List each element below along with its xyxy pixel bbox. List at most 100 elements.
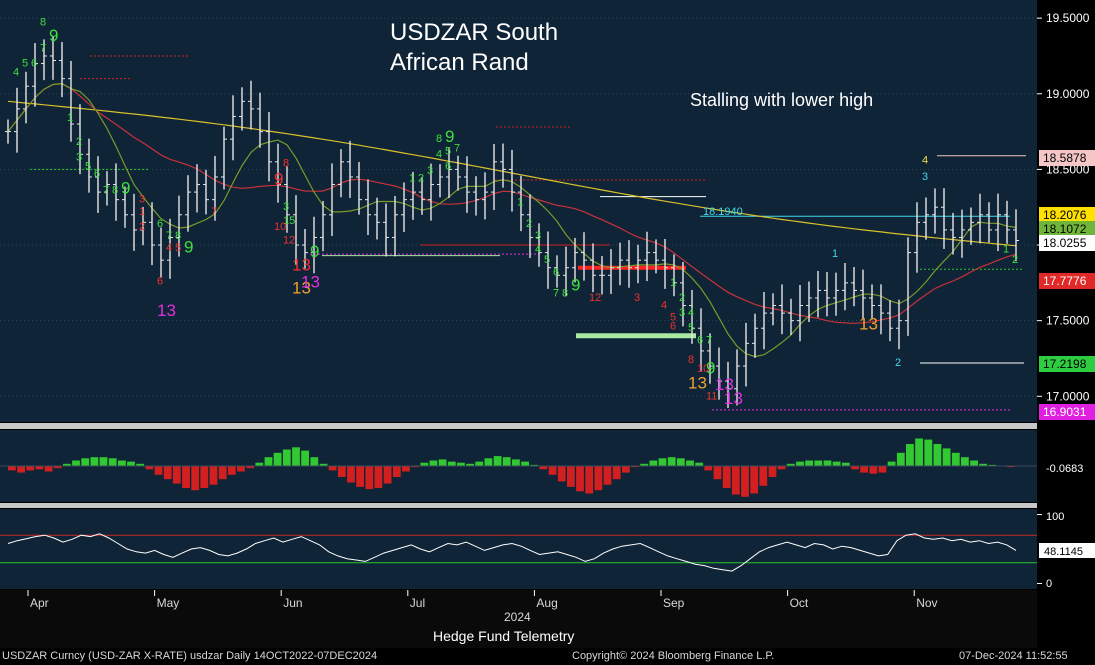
- td-count: 7: [40, 42, 46, 54]
- td-count: 8: [436, 133, 442, 145]
- macd-bar: [512, 459, 520, 466]
- bloomberg-chart: 8 9 7 6 5 4 1 2 3 5 6 7 8 9 3 1 2 6 7 8 9 4 5 6 13 7 9 8 3 15 10 12 13 9 1…: [0, 0, 1095, 665]
- panel-splitter[interactable]: [0, 423, 1037, 429]
- macd-bar: [310, 457, 319, 466]
- y-tick-label: 19.0000: [1046, 87, 1090, 101]
- td-count: 7: [706, 334, 712, 346]
- macd-bar: [301, 450, 309, 466]
- td-count: 8: [562, 287, 568, 299]
- td-count: 8: [40, 17, 46, 29]
- footer-ticker: USDZAR Curncy (USD-ZAR X-RATE) usdzar Da…: [2, 650, 378, 662]
- td-count: 7: [166, 230, 172, 242]
- td-count: 7: [454, 142, 460, 154]
- macd-bar: [163, 466, 172, 480]
- macd-bar: [667, 457, 676, 466]
- td-count: 6: [94, 168, 100, 180]
- rsi-value-tag: 48.1145: [1044, 546, 1083, 558]
- x-tick-label: Jul: [410, 596, 425, 610]
- macd-bar: [365, 466, 374, 490]
- td-count: 6: [157, 275, 163, 287]
- price-tag: 18.2076: [1043, 208, 1087, 222]
- macd-bar: [484, 458, 493, 466]
- x-tick-label: Jun: [283, 596, 302, 610]
- y-tick-label: 19.5000: [1046, 11, 1090, 25]
- macd-bar: [90, 457, 99, 466]
- td-count: 9: [571, 275, 580, 294]
- macd-bar: [72, 460, 80, 466]
- td-count: 5: [688, 322, 694, 334]
- td-count: 3: [922, 171, 928, 183]
- td-count: 10: [274, 221, 286, 233]
- x-tick-label: Nov: [916, 596, 937, 610]
- td-count: 3: [283, 201, 289, 213]
- td-count: 2: [418, 173, 424, 185]
- td-count: 4: [13, 67, 19, 79]
- td-count: 2: [139, 221, 145, 233]
- macd-bar: [961, 457, 969, 466]
- macd-bar: [17, 466, 25, 473]
- td-count: 2: [526, 218, 532, 230]
- macd-bar: [594, 466, 603, 491]
- macd-value-tag: -0.0683: [1046, 463, 1083, 475]
- macd-bar: [182, 466, 190, 488]
- td-count: 6: [697, 334, 703, 346]
- macd-bar: [915, 438, 923, 466]
- macd-bar: [218, 466, 227, 480]
- y-tick-label: 17.5000: [1046, 314, 1090, 328]
- td-count: 4: [688, 307, 694, 319]
- x-tick-label: Apr: [30, 596, 49, 610]
- td-count: 13: [724, 389, 743, 408]
- macd-bar: [337, 466, 346, 477]
- macd-bar: [860, 466, 868, 473]
- macd-bar: [823, 460, 832, 466]
- macd-bar: [328, 466, 337, 471]
- td-count: 9: [184, 238, 193, 257]
- td-count: 1: [409, 173, 415, 185]
- td-count: 1: [67, 112, 73, 124]
- macd-bar: [502, 457, 511, 466]
- macd-bar: [493, 456, 502, 466]
- macd-bar: [347, 466, 355, 483]
- td-count: 3: [139, 194, 145, 206]
- year-label: 2024: [504, 610, 531, 624]
- td-count: 13: [688, 374, 707, 393]
- macd-bar: [906, 444, 914, 466]
- macd-bar: [108, 458, 117, 466]
- macd-bar: [741, 466, 749, 497]
- td-count: 8: [175, 230, 181, 242]
- td-count: 13: [859, 315, 878, 334]
- macd-bar: [237, 466, 245, 472]
- td-count: 3: [634, 292, 640, 304]
- macd-bar: [383, 466, 392, 484]
- price-tag: 18.5878: [1043, 151, 1087, 165]
- macd-bar: [878, 466, 887, 473]
- chart-title-line-1: USDZAR South: [390, 19, 558, 46]
- footer-bar: USDZAR Curncy (USD-ZAR X-RATE) usdzar Da…: [0, 648, 1095, 665]
- level-label: 18.1940: [703, 206, 743, 218]
- macd-bar: [768, 466, 777, 477]
- macd-bar: [447, 461, 456, 466]
- panel-splitter[interactable]: [0, 503, 1037, 508]
- td-count: 5: [22, 58, 28, 70]
- macd-bar: [282, 449, 291, 466]
- x-tick-label: Sep: [663, 596, 685, 610]
- td-count: 9: [310, 242, 319, 261]
- td-count: 3: [535, 230, 541, 242]
- source-label: Hedge Fund Telemetry: [433, 628, 574, 644]
- macd-bar: [731, 466, 740, 495]
- td-count: 4: [535, 244, 541, 256]
- macd-bar: [924, 439, 933, 466]
- td-count: 13: [157, 301, 176, 320]
- td-count: 8: [688, 354, 694, 366]
- macd-bar: [658, 458, 667, 466]
- td-count: 7: [103, 185, 109, 197]
- macd-bar: [227, 466, 236, 475]
- macd-bar: [832, 461, 841, 466]
- td-count: 5: [85, 160, 91, 172]
- td-count: 1: [1003, 244, 1009, 256]
- td-count: 2: [895, 357, 901, 369]
- td-count: 6: [670, 321, 676, 333]
- chart-title-line-2: African Rand: [390, 49, 529, 76]
- td-count: 5: [175, 242, 181, 254]
- macd-bar: [402, 466, 410, 472]
